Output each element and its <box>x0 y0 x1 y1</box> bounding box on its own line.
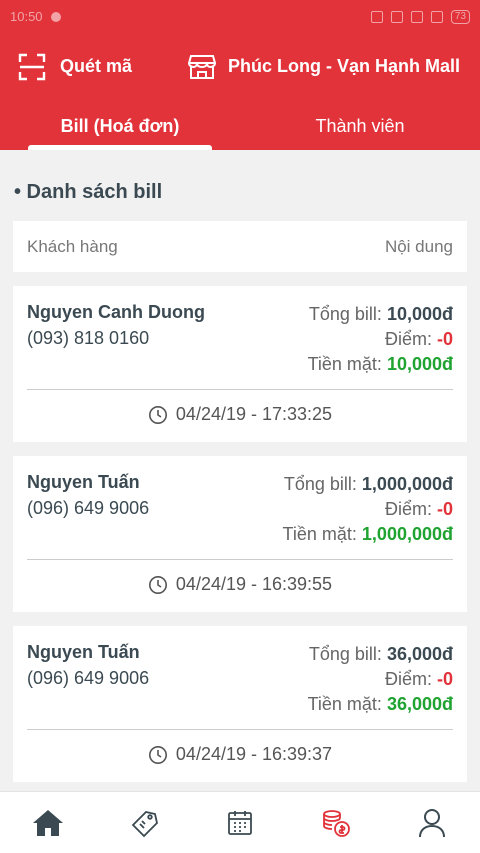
divider <box>27 559 453 560</box>
alarm-icon <box>370 10 383 23</box>
wifi-icon <box>430 10 443 23</box>
bill-summary: Tổng bill: 10,000đ Điểm: -0 Tiền mặt: 10… <box>308 302 453 377</box>
coins-icon <box>323 809 350 837</box>
store-name: Phúc Long - Vạn Hạnh Mall <box>227 56 460 76</box>
total-value: 36,000đ <box>386 644 453 664</box>
scan-button[interactable]: Quét mã <box>18 53 132 81</box>
mute-icon <box>390 10 403 23</box>
notification-icon <box>50 11 61 22</box>
total-label: Tổng bill: <box>283 474 357 494</box>
section-title: • Danh sách bill <box>14 181 163 203</box>
calendar-icon <box>228 810 252 835</box>
customer-name: Nguyen Canh Duong <box>27 302 205 322</box>
status-bar: 10:50 73 <box>0 0 480 33</box>
battery-icon: 73 <box>450 9 470 24</box>
top-bar: Quét mã Phúc Long - Vạn Hạnh Mall <box>0 33 480 100</box>
column-customer: Khách hàng <box>27 236 118 256</box>
customer-phone: (096) 649 9006 <box>27 668 150 688</box>
nav-calendar[interactable] <box>210 799 270 847</box>
bill-card[interactable]: Nguyen Tuấn (096) 649 9006 Tổng bill: 36… <box>13 626 467 782</box>
customer-phone: (096) 649 9006 <box>27 498 150 518</box>
customer-phone: (093) 818 0160 <box>27 328 150 348</box>
bill-time: 04/24/19 - 17:33:25 <box>13 404 467 425</box>
cash-value: 36,000đ <box>386 694 453 714</box>
divider <box>27 729 453 730</box>
store-icon <box>187 54 216 79</box>
time-text: 04/24/19 - 16:39:37 <box>175 744 333 764</box>
bill-summary: Tổng bill: 1,000,000đ Điểm: -0 Tiền mặt:… <box>283 472 453 547</box>
bill-time: 04/24/19 - 16:39:55 <box>13 574 467 595</box>
bill-summary: Tổng bill: 36,000đ Điểm: -0 Tiền mặt: 36… <box>308 642 453 717</box>
tab-bill[interactable]: Bill (Hoá đơn) <box>0 100 240 150</box>
points-value: -0 <box>436 669 453 689</box>
divider <box>27 389 453 390</box>
tab-bar: Bill (Hoá đơn) Thành viên <box>0 100 480 150</box>
points-label: Điểm: <box>384 329 432 349</box>
total-label: Tổng bill: <box>308 304 382 324</box>
coupon-icon <box>131 810 158 837</box>
cash-label: Tiền mặt: <box>307 694 382 714</box>
app-header: 10:50 73 Quét mã Phúc Long - Vạn Hạnh Ma… <box>0 0 480 150</box>
customer-name: Nguyen Tuấn <box>27 472 140 492</box>
nav-coins[interactable] <box>306 799 366 847</box>
points-label: Điểm: <box>384 669 432 689</box>
points-label: Điểm: <box>384 499 432 519</box>
scan-label: Quét mã <box>60 56 133 76</box>
home-icon <box>33 809 63 836</box>
nav-coupon[interactable] <box>114 799 174 847</box>
cash-label: Tiền mặt: <box>282 524 357 544</box>
time-text: 04/24/19 - 16:39:55 <box>175 574 333 594</box>
total-label: Tổng bill: <box>308 644 382 664</box>
clock-icon <box>148 575 167 594</box>
tab-members[interactable]: Thành viên <box>240 100 480 150</box>
bill-card[interactable]: Nguyen Tuấn (096) 649 9006 Tổng bill: 1,… <box>13 456 467 612</box>
bottom-nav <box>0 791 480 853</box>
cash-value: 1,000,000đ <box>361 524 453 544</box>
cash-value: 10,000đ <box>386 354 453 374</box>
column-header: Khách hàng Nội dung <box>13 221 467 272</box>
total-value: 1,000,000đ <box>361 474 453 494</box>
time-text: 04/24/19 - 17:33:25 <box>175 404 333 424</box>
scan-icon <box>18 53 46 80</box>
bill-time: 04/24/19 - 16:39:37 <box>13 744 467 765</box>
points-value: -0 <box>436 499 453 519</box>
clock-icon <box>148 405 167 424</box>
user-icon <box>419 808 445 837</box>
status-time: 10:50 <box>10 9 43 24</box>
customer-name: Nguyen Tuấn <box>27 642 140 662</box>
nav-home[interactable] <box>18 799 78 847</box>
bill-card[interactable]: Nguyen Canh Duong (093) 818 0160 Tổng bi… <box>13 286 467 442</box>
column-content: Nội dung <box>384 236 453 256</box>
cash-label: Tiền mặt: <box>307 354 382 374</box>
clock-icon <box>148 745 167 764</box>
nav-profile[interactable] <box>402 799 462 847</box>
signal-icon <box>410 10 423 23</box>
points-value: -0 <box>436 329 453 349</box>
store-selector[interactable]: Phúc Long - Vạn Hạnh Mall <box>187 54 460 80</box>
total-value: 10,000đ <box>386 304 453 324</box>
